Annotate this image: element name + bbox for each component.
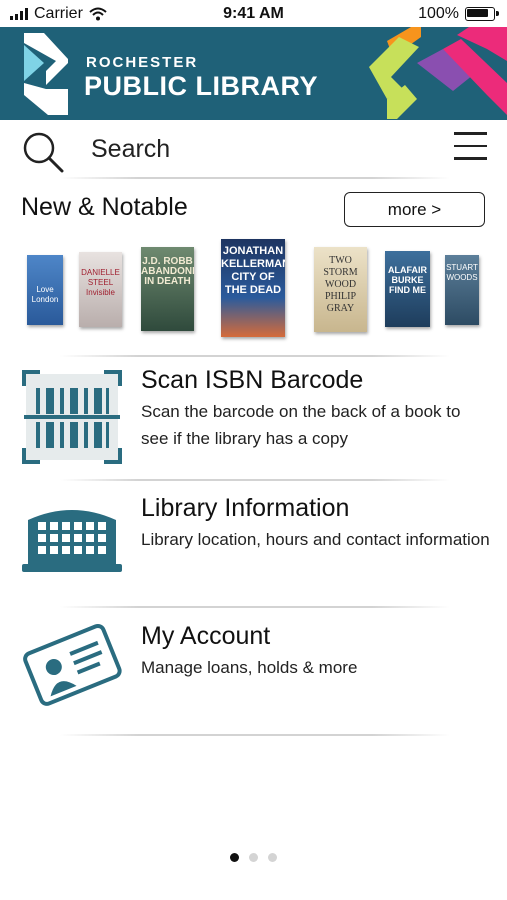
library-info-item[interactable]: Library Information Library location, ho… [0,488,507,598]
item-title: My Account [141,622,271,650]
search-bar[interactable]: Search [0,121,507,177]
item-title: Scan ISBN Barcode [141,366,364,394]
new-notable-heading: New & Notable [21,193,188,221]
battery-percent: 100% [418,5,459,22]
item-title: Library Information [141,494,350,522]
page-dot[interactable] [268,853,277,862]
library-logo-icon [24,33,68,115]
book-cover[interactable]: STUART WOODS [445,255,479,325]
book-cover[interactable]: DANIELLE STEEL Invisible [79,252,122,327]
search-icon[interactable] [22,131,64,173]
search-input[interactable]: Search [91,135,170,164]
more-button[interactable]: more > [344,192,485,227]
book-cover[interactable]: ALAFAIR BURKE FIND ME [385,251,430,327]
page-dot-active[interactable] [230,853,239,862]
item-description: Library location, hours and contact info… [141,530,490,549]
divider [60,479,450,481]
page-dot[interactable] [249,853,258,862]
page-indicator[interactable] [0,853,507,862]
book-cover[interactable]: JONATHAN KELLERMAN CITY OF THE DEAD [221,239,285,337]
scan-isbn-item[interactable]: Scan ISBN Barcode Scan the barcode on th… [0,360,507,470]
item-description: Manage loans, holds & more [141,658,358,677]
battery-info: 100% [418,5,499,23]
header-decoration-icon [369,27,507,119]
library-building-icon [22,510,122,572]
divider [60,177,450,179]
item-description: Scan the barcode on the back of a book t… [141,402,461,448]
barcode-icon [22,370,122,464]
divider [60,355,450,357]
book-cover[interactable]: TWO STORM WOOD PHILIP GRAY [314,247,367,332]
hamburger-menu-icon[interactable] [454,132,487,160]
divider [60,606,450,608]
book-cover[interactable]: Love London [27,255,63,325]
header-banner: ROCHESTER PUBLIC LIBRARY [0,27,507,120]
divider [60,734,450,736]
book-cover[interactable]: J.D. ROBB ABANDONED IN DEATH [141,247,194,331]
header-line1: ROCHESTER [86,54,199,71]
status-bar: Carrier 9:41 AM 100% [0,0,507,28]
id-card-icon [23,623,122,706]
my-account-item[interactable]: My Account Manage loans, holds & more [0,616,507,726]
battery-icon [465,7,499,21]
header-line2: PUBLIC LIBRARY [84,71,318,101]
